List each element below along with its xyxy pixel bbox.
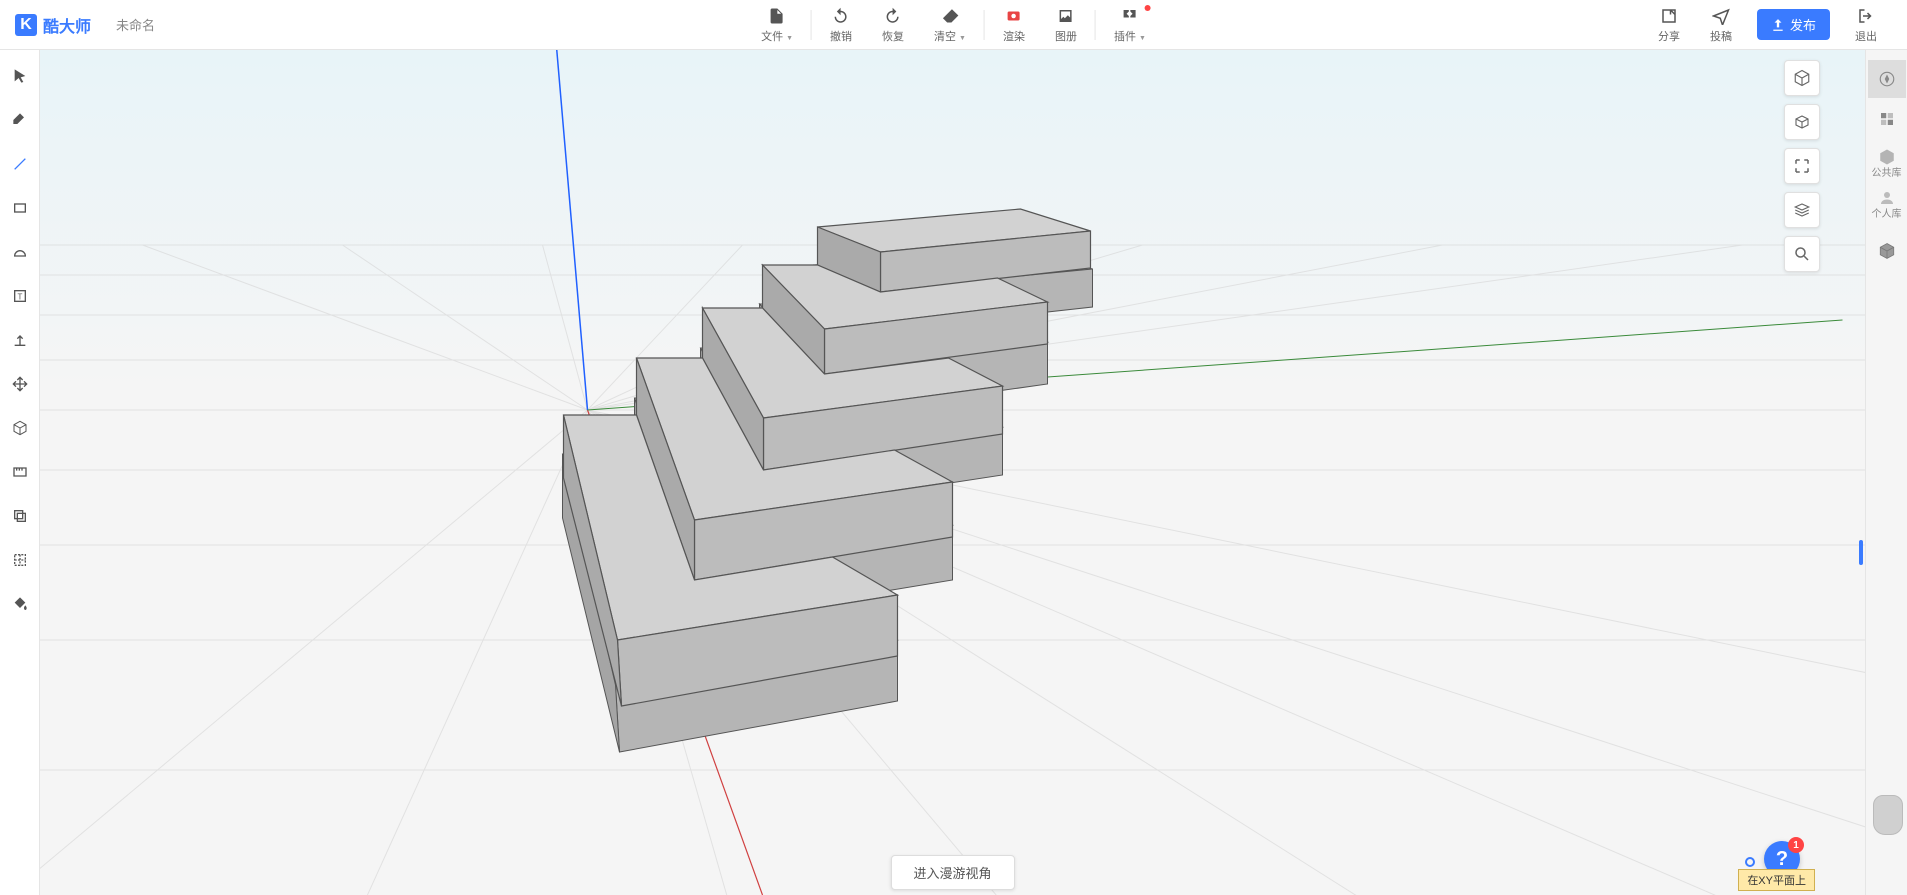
viewport-3d[interactable]: 进入漫游视角 ? 1 在XY平面上 <box>40 50 1865 895</box>
move-tool[interactable] <box>4 368 36 400</box>
view-cube-button[interactable] <box>1784 60 1820 96</box>
enter-roam-view-button[interactable]: 进入漫游视角 <box>890 855 1014 890</box>
cube-tool[interactable] <box>4 412 36 444</box>
app-name: 酷大师 <box>43 13 91 37</box>
share-icon <box>1660 6 1678 26</box>
publish-button[interactable]: 发布 <box>1757 9 1830 40</box>
document-title[interactable]: 未命名 <box>116 15 155 34</box>
right-sidebar: 公共库 个人库 <box>1865 50 1907 895</box>
send-icon <box>1712 6 1730 26</box>
top-toolbar: 酷大师 未命名 文件▼ 撤销 恢复 清空▼ <box>0 0 1907 50</box>
paint-tool[interactable] <box>4 104 36 136</box>
grid-tool[interactable] <box>4 544 36 576</box>
box-tool[interactable] <box>1868 232 1906 270</box>
divider <box>811 10 812 40</box>
scene-canvas <box>40 50 1865 895</box>
upload-icon <box>1771 18 1785 32</box>
eraser-icon <box>941 6 959 26</box>
logo-area[interactable]: 酷大师 <box>15 13 91 37</box>
measure-tool[interactable] <box>4 456 36 488</box>
svg-text:T: T <box>17 292 22 301</box>
undo-button[interactable]: 撤销 <box>815 2 867 48</box>
app-logo-icon <box>15 14 37 36</box>
mouse-hint-icon <box>1873 795 1903 835</box>
fullscreen-button[interactable] <box>1784 148 1820 184</box>
rectangle-tool[interactable] <box>4 192 36 224</box>
share-button[interactable]: 分享 <box>1643 2 1695 48</box>
redo-icon <box>884 6 902 26</box>
copy-tool[interactable] <box>4 500 36 532</box>
personal-library-button[interactable]: 个人库 <box>1872 189 1902 220</box>
z-axis <box>553 50 588 410</box>
main-area: T <box>0 50 1907 895</box>
public-library-button[interactable]: 公共库 <box>1872 148 1902 179</box>
arc-tool[interactable] <box>4 236 36 268</box>
exit-button[interactable]: 退出 <box>1840 2 1892 48</box>
divider <box>1095 10 1096 40</box>
material-tool[interactable] <box>1868 100 1906 138</box>
compass-tool[interactable] <box>1868 60 1906 98</box>
status-hint: 在XY平面上 <box>1738 869 1815 891</box>
plugin-icon <box>1121 6 1139 26</box>
line-tool[interactable] <box>4 148 36 180</box>
redo-button[interactable]: 恢复 <box>867 2 919 48</box>
dropdown-arrow-icon: ▼ <box>1139 35 1146 42</box>
divider <box>984 10 985 40</box>
file-icon <box>768 6 786 26</box>
origin-marker-icon <box>1745 857 1755 867</box>
toolbar-center: 文件▼ 撤销 恢复 清空▼ 渲染 <box>746 2 1161 48</box>
left-toolbar: T <box>0 50 40 895</box>
select-tool[interactable] <box>4 60 36 92</box>
notification-dot-icon <box>1145 5 1151 11</box>
undo-icon <box>832 6 850 26</box>
camera-icon <box>1005 6 1023 26</box>
layers-button[interactable] <box>1784 192 1820 228</box>
perspective-button[interactable] <box>1784 104 1820 140</box>
fill-tool[interactable] <box>4 588 36 620</box>
text-tool[interactable]: T <box>4 280 36 312</box>
push-tool[interactable] <box>4 324 36 356</box>
gallery-icon <box>1057 6 1075 26</box>
search-button[interactable] <box>1784 236 1820 272</box>
submit-button[interactable]: 投稿 <box>1695 2 1747 48</box>
clear-menu[interactable]: 清空▼ <box>919 2 981 48</box>
help-badge: 1 <box>1788 837 1804 853</box>
scroll-marker[interactable] <box>1859 540 1863 565</box>
view-controls-panel <box>1784 60 1820 272</box>
toolbar-right: 分享 投稿 发布 退出 <box>1643 2 1892 48</box>
render-button[interactable]: 渲染 <box>988 2 1040 48</box>
dropdown-arrow-icon: ▼ <box>959 35 966 42</box>
gallery-button[interactable]: 图册 <box>1040 2 1092 48</box>
file-menu[interactable]: 文件▼ <box>746 2 808 48</box>
dropdown-arrow-icon: ▼ <box>786 35 793 42</box>
plugins-menu[interactable]: 插件▼ <box>1099 2 1161 48</box>
exit-icon <box>1857 6 1875 26</box>
